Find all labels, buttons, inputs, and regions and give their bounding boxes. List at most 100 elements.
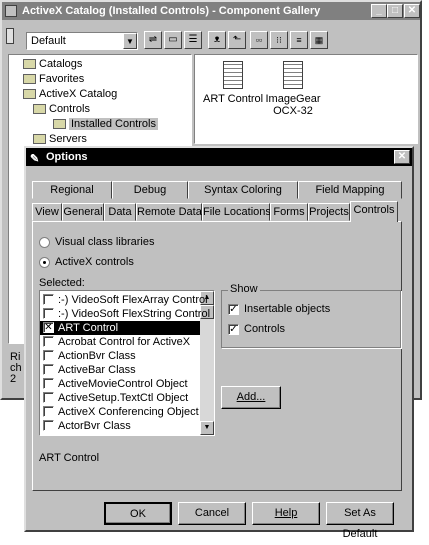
help-button-label: Help <box>274 507 298 519</box>
list-item[interactable]: ✕ ART Control <box>40 321 200 335</box>
list-item[interactable]: :-) VideoSoft FlexArray Control <box>40 293 208 307</box>
tree-item-activex-catalog[interactable]: ActiveX Catalog <box>23 87 117 102</box>
options-titlebar[interactable]: ✎ Options ✕ <box>26 148 412 166</box>
controls-list[interactable]: ▲ ▼ :-) VideoSoft FlexArray Control:-) V… <box>39 290 215 436</box>
list-item-label: ActionBvr Class <box>58 350 136 362</box>
tab-data[interactable]: Data <box>104 203 136 221</box>
list-item[interactable]: ActiveBar Class <box>40 363 200 377</box>
tree-item-label: Favorites <box>39 73 85 85</box>
options-app-icon: ✎ <box>30 153 40 165</box>
radio-button[interactable] <box>39 237 50 248</box>
tab-general[interactable]: General <box>62 203 104 221</box>
minimize-button[interactable]: _ <box>371 4 387 18</box>
chevron-down-icon[interactable]: ▼ <box>123 33 137 49</box>
tab-file-locations[interactable]: File Locations <box>202 203 271 221</box>
gallery-titlebar[interactable]: ActiveX Catalog (Installed Controls) - C… <box>2 2 420 20</box>
item-art-control[interactable]: ART Control <box>203 61 263 105</box>
list-item-label: ActiveSetup.TextCtl Object <box>58 392 189 404</box>
item-imagegear[interactable]: ImageGear OCX-32 <box>263 61 323 117</box>
help-button[interactable]: Help <box>252 502 320 525</box>
control-icon <box>223 61 243 89</box>
close-button[interactable]: ✕ <box>404 4 420 18</box>
tab-debug[interactable]: Debug <box>112 181 188 199</box>
tab-controls[interactable]: Controls <box>350 201 398 222</box>
small-icons-view-icon[interactable]: ⁝⁝ <box>270 31 288 49</box>
list-item[interactable]: ActiveSetup.TextCtl Object <box>40 391 200 405</box>
show-group-title: Show <box>228 283 260 295</box>
list-rows: :-) VideoSoft FlexArray Control:-) Video… <box>40 293 210 435</box>
list-item[interactable]: ActorBvr Class <box>40 419 200 433</box>
list-item-label: ActiveBar Class <box>58 364 136 376</box>
list-item[interactable]: ActionBvr Class <box>40 349 200 363</box>
folder-icon <box>33 104 46 115</box>
close-icon[interactable]: ✕ <box>394 150 410 164</box>
cancel-button[interactable]: Cancel <box>178 502 246 525</box>
list-item[interactable]: Acrobat Control for ActiveX <box>40 335 200 349</box>
radio-label: ActiveX controls <box>55 256 134 268</box>
add-button-label: Add... <box>236 391 266 403</box>
catalog-dropdown-value: Default <box>31 35 66 47</box>
list-item-label: :-) VideoSoft FlexString Control <box>58 308 211 320</box>
tab-syntax-coloring[interactable]: Syntax Coloring <box>188 181 298 199</box>
radio-visual-class-libraries[interactable]: Visual class libraries <box>39 236 154 248</box>
tree-item-label: Controls <box>49 103 90 115</box>
open-folder-icon[interactable]: ▭ <box>164 31 182 49</box>
tree-item-controls[interactable]: Controls <box>33 102 90 117</box>
tree-item-installed-controls[interactable]: Installed Controls <box>53 117 158 132</box>
tab-field-mapping[interactable]: Field Mapping <box>298 181 402 199</box>
selected-label: Selected: <box>39 277 85 289</box>
list-item-checkbox[interactable] <box>43 308 54 319</box>
catalog-icon <box>23 74 36 85</box>
list-item-checkbox[interactable] <box>43 420 54 431</box>
checkbox-insertable-objects[interactable]: ✓ Insertable objects <box>228 303 330 315</box>
list-item-checkbox[interactable] <box>43 350 54 361</box>
list-item[interactable]: ActiveX Conferencing Object <box>40 405 200 419</box>
list-item-checkbox[interactable] <box>43 336 54 347</box>
ok-button[interactable]: OK <box>104 502 172 525</box>
list-item-label: ActorBvr Class <box>58 420 131 432</box>
properties-icon[interactable]: ☰ <box>184 31 202 49</box>
list-item[interactable]: :-) VideoSoft FlexString Control <box>40 307 210 321</box>
large-icons-view-icon[interactable]: ▫▫ <box>250 31 268 49</box>
toolbar-button-1[interactable]: ⇌ <box>144 31 162 49</box>
catalog-dropdown[interactable]: Default ▼ <box>26 32 138 50</box>
options-dialog: ✎ Options ✕ Regional Debug Syntax Colori… <box>24 146 414 540</box>
list-item-checkbox[interactable] <box>43 378 54 389</box>
control-icon <box>283 61 303 89</box>
up-folder-icon[interactable]: ⬑ <box>228 31 246 49</box>
tree-item-favorites[interactable]: Favorites <box>23 72 84 87</box>
tree-item-servers[interactable]: Servers <box>33 132 87 147</box>
set-as-default-button[interactable]: Set As Default <box>326 502 394 540</box>
controls-tab-panel: Visual class libraries ActiveX controls … <box>32 221 402 491</box>
checkbox[interactable]: ✓ <box>228 324 239 335</box>
checkbox-label: Controls <box>244 323 285 335</box>
list-item-checkbox[interactable] <box>43 364 54 375</box>
details-view-icon[interactable]: ▦ <box>310 31 328 49</box>
binoculars-icon[interactable]: ᴥ <box>208 31 226 49</box>
tree-item-label: Installed Controls <box>69 118 158 130</box>
checkbox[interactable]: ✓ <box>228 304 239 315</box>
add-button[interactable]: Add... <box>221 386 281 409</box>
radio-button-selected[interactable] <box>39 257 50 268</box>
maximize-button[interactable]: □ <box>387 4 403 18</box>
selected-control-name: ART Control <box>39 452 100 464</box>
tree-item-catalogs[interactable]: Catalogs <box>23 57 82 72</box>
items-pane: ART Control ImageGear OCX-32 <box>194 54 418 144</box>
radio-activex-controls[interactable]: ActiveX controls <box>39 256 134 268</box>
tab-remote-data[interactable]: Remote Data <box>136 203 202 221</box>
list-item-label: ActiveMovieControl Object <box>58 378 188 390</box>
checkbox-controls[interactable]: ✓ Controls <box>228 323 285 335</box>
list-item[interactable]: ActiveMovieControl Object <box>40 377 200 391</box>
tab-forms[interactable]: Forms <box>270 203 308 221</box>
list-item-checkbox[interactable] <box>43 392 54 403</box>
tab-view[interactable]: View <box>32 203 62 221</box>
catalog-icon <box>23 89 36 100</box>
list-view-icon[interactable]: ≡ <box>290 31 308 49</box>
tab-regional[interactable]: Regional <box>32 181 112 199</box>
scroll-down-icon[interactable]: ▼ <box>200 421 214 435</box>
list-item-checkbox[interactable]: ✕ <box>43 322 54 333</box>
tab-projects[interactable]: Projects <box>308 203 350 221</box>
list-item-checkbox[interactable] <box>43 406 54 417</box>
toolbar-grip-icon[interactable] <box>6 28 14 44</box>
list-item-checkbox[interactable] <box>43 294 54 305</box>
